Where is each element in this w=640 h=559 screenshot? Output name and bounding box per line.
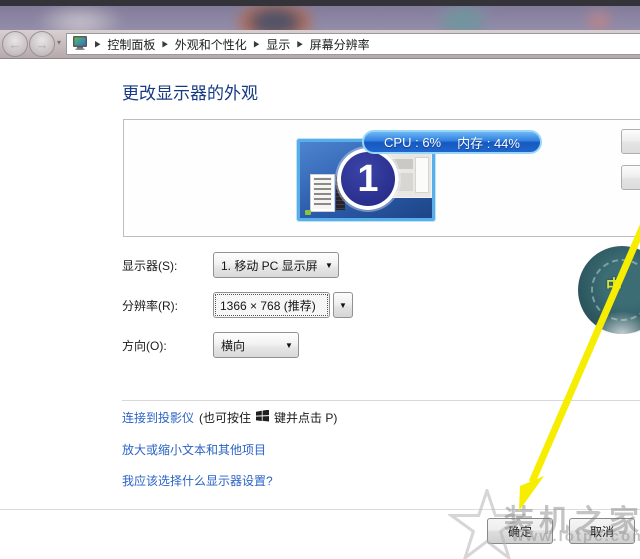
blurred-desktop-icon xyxy=(438,4,488,30)
logo-shine xyxy=(586,308,640,334)
windows-key-icon xyxy=(256,410,269,425)
orientation-label: 方向(O): xyxy=(122,337,167,354)
page-title: 更改显示器的外观 xyxy=(122,79,258,104)
resolution-label: 分辨率(R): xyxy=(122,297,178,314)
breadcrumb-item-appearance[interactable]: 外观和个性化 xyxy=(175,36,247,53)
cpu-memory-overlay: CPU : 6% 内存 : 44% xyxy=(362,130,542,154)
chevron-down-icon[interactable]: ▼ xyxy=(333,292,353,318)
which-display-settings-link[interactable]: 我应该选择什么显示器设置? xyxy=(122,472,273,489)
breadcrumb-separator-icon: ▶ xyxy=(297,39,302,49)
back-arrow-icon: ← xyxy=(9,37,22,52)
memory-usage-label: 内存 : 44% xyxy=(457,133,520,152)
projector-hint-post: 键并点击 P) xyxy=(274,409,337,426)
resolution-select-value[interactable]: 1366 × 768 (推荐) xyxy=(213,292,330,318)
display-select-value: 1. 移动 PC 显示屏 xyxy=(214,257,320,274)
detect-button-cutoff[interactable] xyxy=(621,129,640,154)
forward-arrow-icon: → xyxy=(36,37,49,52)
window-titlebar xyxy=(0,0,640,30)
projector-hint-pre: (也可按住 xyxy=(199,409,251,426)
blurred-desktop-icon xyxy=(586,10,612,30)
site-logo-badge: 中 xyxy=(578,246,640,334)
chevron-down-icon: ▼ xyxy=(320,261,338,270)
breadcrumb-separator-icon: ▶ xyxy=(162,39,167,49)
connect-projector-link[interactable]: 连接到投影仪 xyxy=(122,409,194,426)
identify-button-cutoff[interactable] xyxy=(621,165,640,190)
cpu-usage-label: CPU : 6% xyxy=(384,135,441,150)
taskbar-dot xyxy=(305,210,311,215)
resolution-select[interactable]: 1366 × 768 (推荐) ▼ xyxy=(213,292,353,318)
monitor-number: 1 xyxy=(357,160,378,198)
desktop-document-thumbnail xyxy=(310,174,335,212)
breadcrumb-separator-icon: ▶ xyxy=(254,39,259,49)
window-top-edge xyxy=(0,0,640,6)
section-divider xyxy=(122,400,640,401)
display-label: 显示器(S): xyxy=(122,257,177,274)
logo-glyph: 中 xyxy=(606,272,622,296)
cancel-button[interactable]: 取消 xyxy=(569,518,635,544)
monitor-number-badge: 1 xyxy=(337,148,399,210)
back-button[interactable]: ← xyxy=(2,31,28,57)
breadcrumb-item-control-panel[interactable]: 控制面板 xyxy=(107,36,155,53)
annotation-arrow xyxy=(0,0,640,559)
forward-button[interactable]: → xyxy=(29,31,55,57)
breadcrumb-separator-icon: ▶ xyxy=(95,39,100,49)
blurred-desktop-icon xyxy=(238,2,312,30)
magnify-text-link[interactable]: 放大或缩小文本和其他项目 xyxy=(122,441,266,458)
display-select[interactable]: 1. 移动 PC 显示屏 ▼ xyxy=(213,252,339,278)
display-settings-icon xyxy=(72,36,88,53)
screen-resolution-window: ← → ▾ ▶ 控制面板 ▶ 外观和个性化 ▶ 显示 ▶ 屏幕分辨率 更改显示器… xyxy=(0,0,640,559)
chevron-down-icon: ▼ xyxy=(280,341,298,350)
breadcrumb-item-screen-resolution[interactable]: 屏幕分辨率 xyxy=(310,36,370,53)
footer-divider xyxy=(0,509,640,510)
orientation-select-value: 横向 xyxy=(214,337,280,354)
breadcrumb-item-display[interactable]: 显示 xyxy=(266,36,290,53)
blurred-desktop-icon xyxy=(40,6,120,30)
address-breadcrumb-field[interactable]: ▶ 控制面板 ▶ 外观和个性化 ▶ 显示 ▶ 屏幕分辨率 xyxy=(66,33,640,55)
recent-pages-dropdown-icon[interactable]: ▾ xyxy=(57,38,61,47)
address-bar: ← → ▾ ▶ 控制面板 ▶ 外观和个性化 ▶ 显示 ▶ 屏幕分辨率 xyxy=(0,30,640,59)
ok-button[interactable]: 确定 xyxy=(487,518,553,544)
watermark-layer: 装机之家 www.lotpc.com xyxy=(0,0,640,559)
orientation-select[interactable]: 横向 ▼ xyxy=(213,332,299,358)
